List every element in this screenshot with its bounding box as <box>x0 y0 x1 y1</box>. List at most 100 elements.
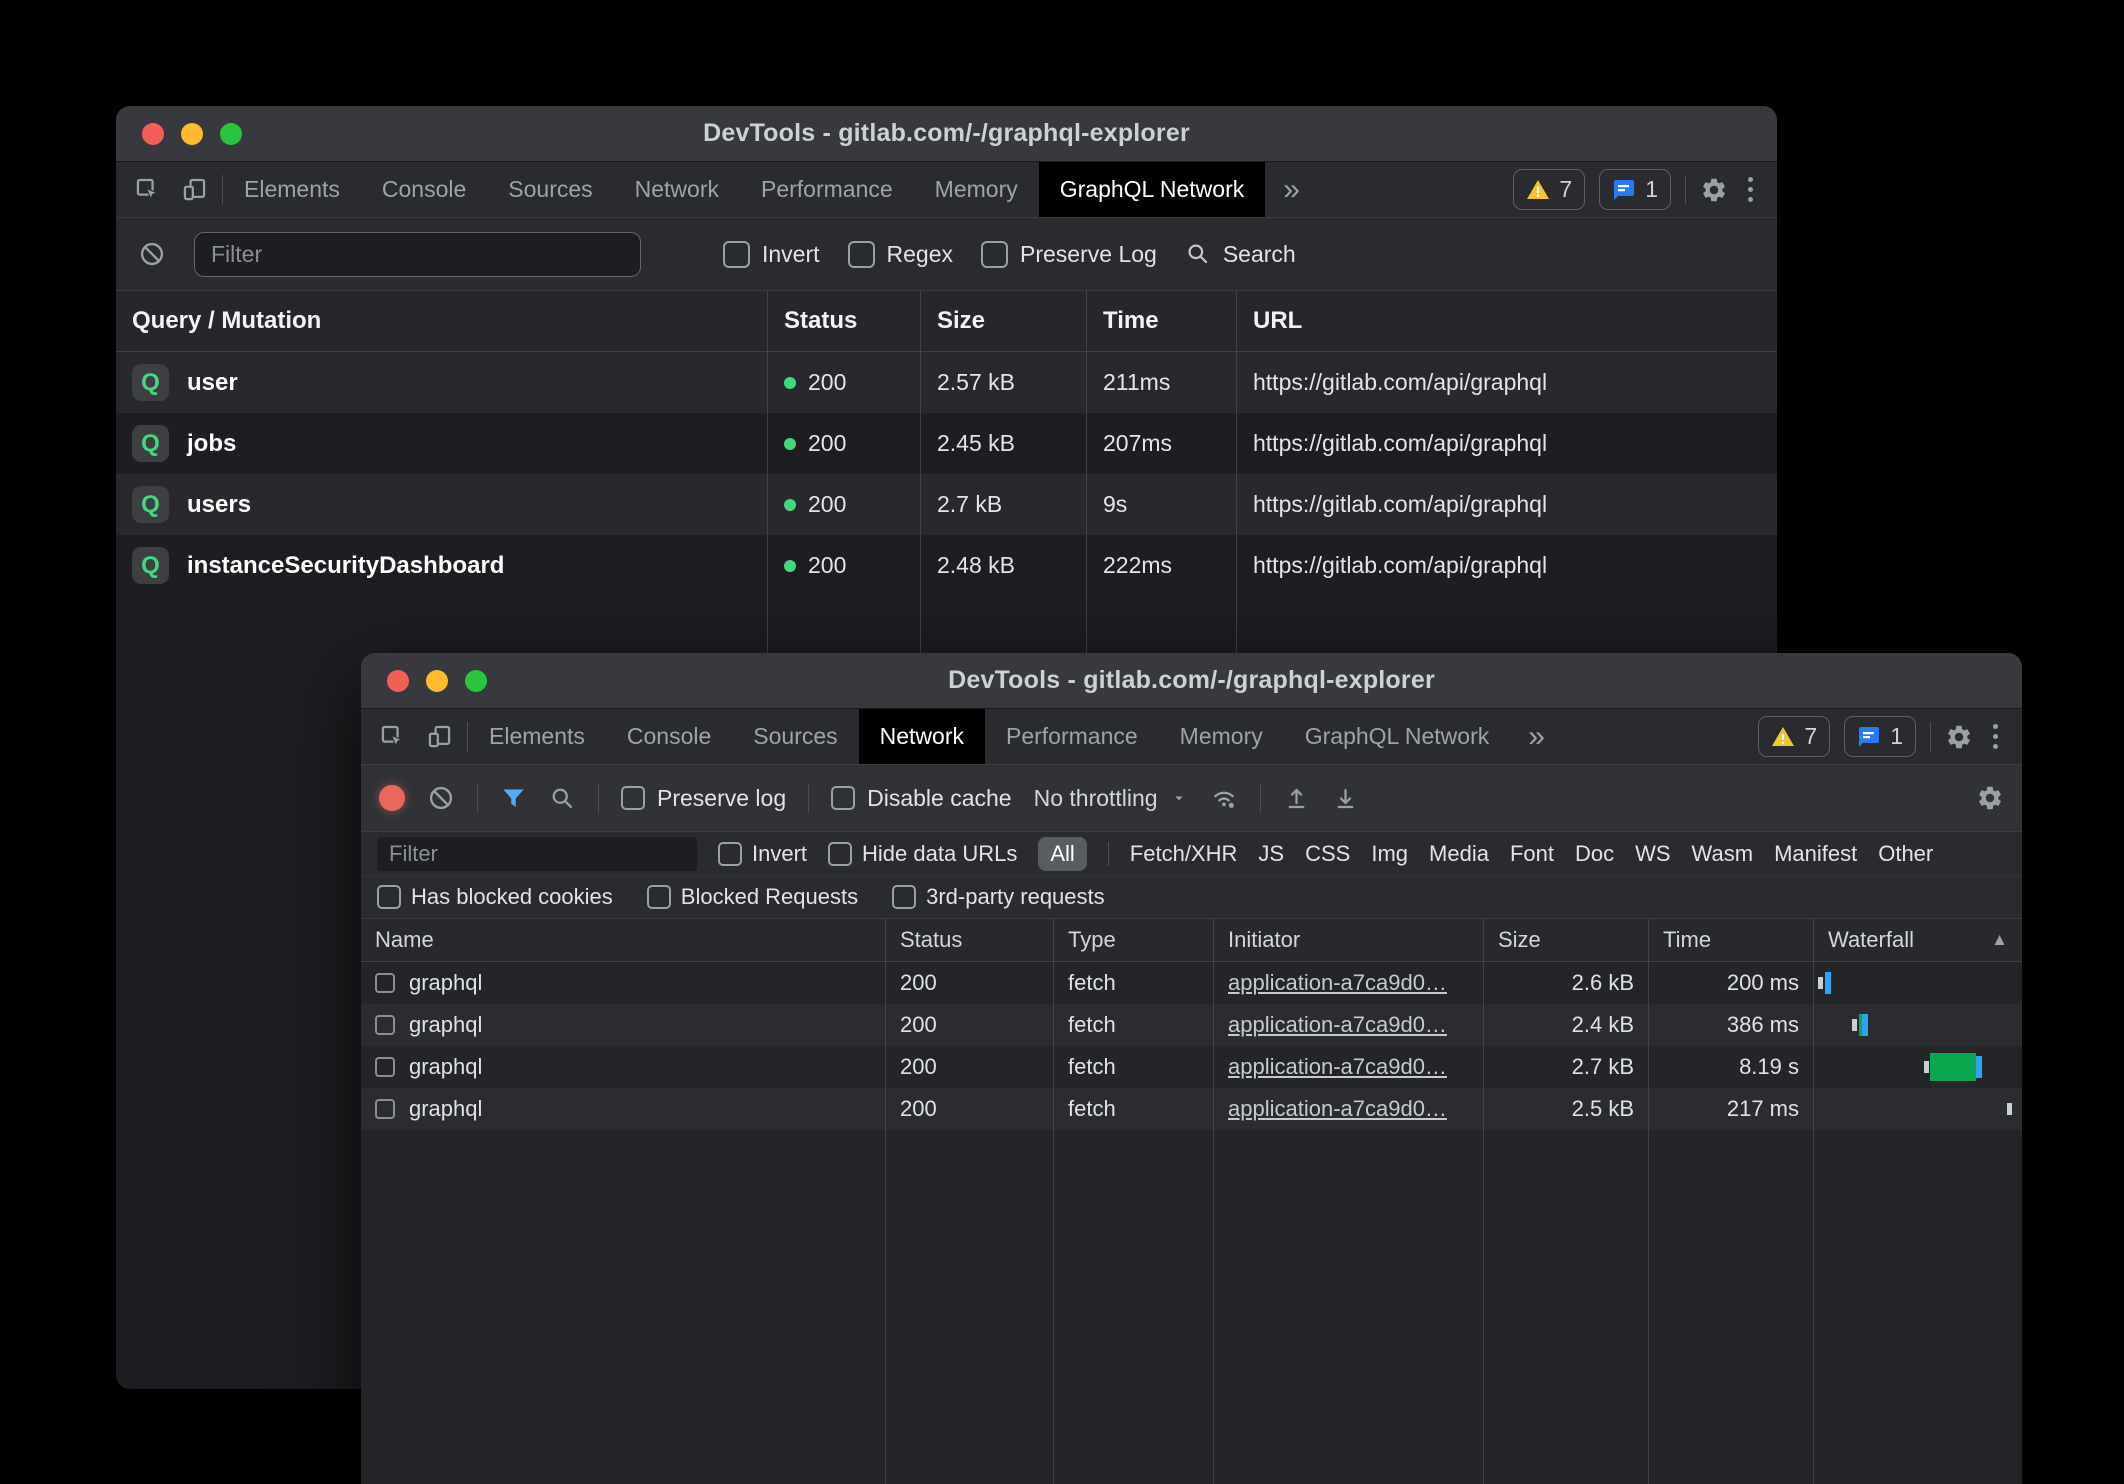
column-header-waterfall[interactable]: Waterfall ▲ <box>1814 919 2022 961</box>
checkbox-box[interactable] <box>718 842 742 866</box>
settings-gear-icon[interactable] <box>1945 723 1973 751</box>
column-header-initiator[interactable]: Initiator <box>1214 919 1484 961</box>
blocked-requests-checkbox[interactable]: Blocked Requests <box>647 884 858 910</box>
clear-icon[interactable] <box>427 784 455 812</box>
title-bar[interactable]: DevTools - gitlab.com/-/graphql-explorer <box>116 106 1777 162</box>
close-window-button[interactable] <box>142 123 164 145</box>
title-bar[interactable]: DevTools - gitlab.com/-/graphql-explorer <box>361 653 2022 709</box>
initiator-link[interactable]: application-a7ca9d0… <box>1228 970 1447 996</box>
filter-type-all[interactable]: All <box>1038 837 1086 871</box>
third-party-requests-checkbox[interactable]: 3rd-party requests <box>892 884 1105 910</box>
column-header-size[interactable]: Size <box>1484 919 1649 961</box>
tab-console[interactable]: Console <box>361 162 487 217</box>
column-header-query-mutation[interactable]: Query / Mutation <box>116 291 768 351</box>
filter-type-doc[interactable]: Doc <box>1575 841 1614 867</box>
filter-type-media[interactable]: Media <box>1429 841 1489 867</box>
column-header-url[interactable]: URL <box>1237 291 1777 351</box>
filter-type-css[interactable]: CSS <box>1305 841 1350 867</box>
checkbox-box[interactable] <box>377 885 401 909</box>
tab-graphql-network[interactable]: GraphQL Network <box>1039 162 1266 217</box>
waterfall-bar[interactable] <box>1814 1088 2022 1130</box>
filter-type-img[interactable]: Img <box>1371 841 1408 867</box>
inspect-element-icon[interactable] <box>379 723 406 750</box>
table-row[interactable]: Qusers 200 2.7 kB 9s https://gitlab.com/… <box>116 474 1777 535</box>
close-window-button[interactable] <box>387 670 409 692</box>
waterfall-bar[interactable] <box>1814 1004 2022 1046</box>
kebab-menu-icon[interactable] <box>1987 724 2004 749</box>
table-row[interactable]: Quser 200 2.57 kB 211ms https://gitlab.c… <box>116 352 1777 413</box>
initiator-link[interactable]: application-a7ca9d0… <box>1228 1096 1447 1122</box>
settings-gear-icon[interactable] <box>1700 176 1728 204</box>
filter-input[interactable] <box>377 837 697 871</box>
column-header-size[interactable]: Size <box>921 291 1087 351</box>
waterfall-bar[interactable] <box>1814 962 2022 1004</box>
import-har-icon[interactable] <box>1283 785 1310 812</box>
row-checkbox[interactable] <box>375 1057 395 1077</box>
table-row[interactable]: Qjobs 200 2.45 kB 207ms https://gitlab.c… <box>116 413 1777 474</box>
column-header-time[interactable]: Time <box>1087 291 1237 351</box>
filter-type-ws[interactable]: WS <box>1635 841 1670 867</box>
initiator-link[interactable]: application-a7ca9d0… <box>1228 1054 1447 1080</box>
filter-input[interactable] <box>194 232 641 277</box>
filter-type-fetch-xhr[interactable]: Fetch/XHR <box>1130 841 1238 867</box>
tab-network[interactable]: Network <box>614 162 740 217</box>
tab-network[interactable]: Network <box>859 709 985 764</box>
clear-icon[interactable] <box>138 240 166 268</box>
minimize-window-button[interactable] <box>181 123 203 145</box>
network-settings-gear-icon[interactable] <box>1976 784 2004 812</box>
table-row[interactable]: graphql 200 fetch application-a7ca9d0… 2… <box>361 962 2022 1004</box>
warnings-badge[interactable]: 7 <box>1513 169 1585 210</box>
zoom-window-button[interactable] <box>220 123 242 145</box>
checkbox-box[interactable] <box>647 885 671 909</box>
tab-performance[interactable]: Performance <box>740 162 914 217</box>
checkbox-box[interactable] <box>831 786 855 810</box>
checkbox-box[interactable] <box>723 241 750 268</box>
checkbox-box[interactable] <box>848 241 875 268</box>
table-row[interactable]: graphql 200 fetch application-a7ca9d0… 2… <box>361 1004 2022 1046</box>
tab-sources[interactable]: Sources <box>732 709 858 764</box>
tab-elements[interactable]: Elements <box>468 709 606 764</box>
invert-checkbox[interactable]: Invert <box>718 841 807 867</box>
tab-performance[interactable]: Performance <box>985 709 1159 764</box>
device-toolbar-icon[interactable] <box>426 723 453 750</box>
tab-console[interactable]: Console <box>606 709 732 764</box>
row-checkbox[interactable] <box>375 1099 395 1119</box>
more-tabs-chevron[interactable]: » <box>1510 709 1563 764</box>
invert-checkbox[interactable]: Invert <box>723 241 820 268</box>
row-checkbox[interactable] <box>375 1015 395 1035</box>
filter-type-other[interactable]: Other <box>1878 841 1933 867</box>
filter-type-wasm[interactable]: Wasm <box>1692 841 1754 867</box>
regex-checkbox[interactable]: Regex <box>848 241 953 268</box>
checkbox-box[interactable] <box>828 842 852 866</box>
initiator-link[interactable]: application-a7ca9d0… <box>1228 1012 1447 1038</box>
checkbox-box[interactable] <box>981 241 1008 268</box>
throttling-dropdown[interactable]: No throttling <box>1034 785 1188 812</box>
minimize-window-button[interactable] <box>426 670 448 692</box>
tab-memory[interactable]: Memory <box>1159 709 1284 764</box>
table-row[interactable]: QinstanceSecurityDashboard 200 2.48 kB 2… <box>116 535 1777 596</box>
tab-graphql-network[interactable]: GraphQL Network <box>1284 709 1511 764</box>
search-button[interactable]: Search <box>1185 241 1296 268</box>
more-tabs-chevron[interactable]: » <box>1265 162 1318 217</box>
search-icon[interactable] <box>549 785 576 812</box>
column-header-status[interactable]: Status <box>886 919 1054 961</box>
filter-funnel-icon[interactable] <box>500 785 527 812</box>
filter-type-manifest[interactable]: Manifest <box>1774 841 1857 867</box>
sort-ascending-icon[interactable]: ▲ <box>1991 930 2008 950</box>
zoom-window-button[interactable] <box>465 670 487 692</box>
tab-sources[interactable]: Sources <box>487 162 613 217</box>
column-header-name[interactable]: Name <box>361 919 886 961</box>
warnings-badge[interactable]: 7 <box>1758 716 1830 757</box>
table-row[interactable]: graphql 200 fetch application-a7ca9d0… 2… <box>361 1046 2022 1088</box>
filter-type-js[interactable]: JS <box>1258 841 1284 867</box>
table-row[interactable]: graphql 200 fetch application-a7ca9d0… 2… <box>361 1088 2022 1130</box>
row-checkbox[interactable] <box>375 973 395 993</box>
hide-data-urls-checkbox[interactable]: Hide data URLs <box>828 841 1017 867</box>
issues-badge[interactable]: 1 <box>1844 716 1916 757</box>
tab-elements[interactable]: Elements <box>223 162 361 217</box>
preserve-log-checkbox[interactable]: Preserve log <box>621 785 786 812</box>
checkbox-box[interactable] <box>621 786 645 810</box>
has-blocked-cookies-checkbox[interactable]: Has blocked cookies <box>377 884 613 910</box>
preserve-log-checkbox[interactable]: Preserve Log <box>981 241 1157 268</box>
device-toolbar-icon[interactable] <box>181 176 208 203</box>
